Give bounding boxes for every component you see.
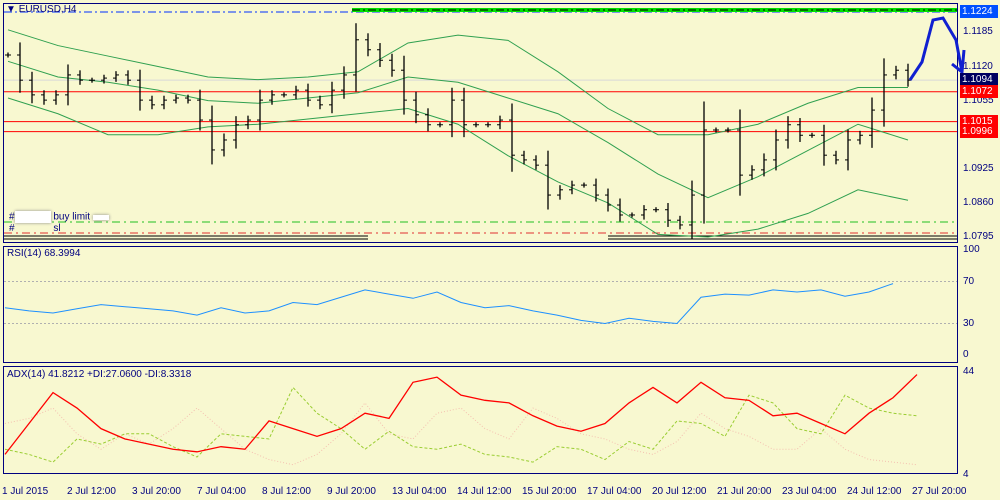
time-label: 14 Jul 12:00 [457, 486, 512, 497]
redacted-ticket [14, 211, 51, 223]
price-tick: 1.0860 [963, 196, 994, 208]
rsi-tick: 70 [963, 275, 975, 287]
time-label: 23 Jul 04:00 [782, 486, 837, 497]
adx-tick: 4 [963, 469, 969, 480]
price-tick: 1.1120 [963, 60, 993, 72]
time-label: 13 Jul 04:00 [392, 486, 447, 497]
time-label: 2 Jul 12:00 [67, 486, 116, 497]
bollinger-mid [7, 60, 909, 199]
price-tag: 1.0996 [960, 124, 998, 138]
price-tick: 1.1185 [963, 26, 993, 38]
time-label: 3 Jul 20:00 [132, 486, 181, 497]
chart-canvas[interactable] [0, 0, 1000, 500]
time-label: 8 Jul 12:00 [262, 486, 311, 497]
sl-text: sl [53, 223, 61, 234]
drawn-forecast-curve [908, 16, 964, 81]
rsi-line [4, 283, 894, 325]
adx-line [4, 374, 918, 455]
time-label: 21 Jul 20:00 [717, 486, 772, 497]
adx-tick: 44 [963, 366, 975, 377]
rsi-tick: 0 [963, 349, 969, 360]
dropdown-arrow-icon[interactable]: ▼ [6, 4, 16, 15]
time-label: 1 Jul 2015 [2, 486, 49, 497]
price-tag: 1.1224 [960, 5, 998, 18]
time-label: 7 Jul 04:00 [197, 486, 246, 497]
time-label: 9 Jul 20:00 [327, 486, 376, 497]
adx-label: ADX(14) 41.8212 +DI:27.0600 -DI:8.3318 [7, 369, 192, 380]
buy-limit-text: buy limit [53, 211, 91, 223]
rsi-tick: 30 [963, 317, 975, 329]
buy-limit-label: # buy limit [9, 211, 109, 223]
time-label: 17 Jul 04:00 [587, 486, 642, 497]
time-label: 24 Jul 12:00 [847, 486, 902, 497]
price-tick: 1.0925 [963, 162, 994, 174]
plus-di-line [4, 386, 918, 463]
rsi-label: RSI(14) 68.3994 [7, 248, 81, 259]
redacted-price [92, 214, 109, 220]
symbol-text: EURUSD,H4 [18, 4, 77, 15]
symbol-label[interactable]: ▼ EURUSD,H4 [6, 4, 76, 15]
time-label: 20 Jul 12:00 [652, 486, 707, 497]
price-tick: 1.0795 [963, 231, 994, 242]
time-label: 27 Jul 20:00 [912, 486, 967, 497]
rsi-tick: 100 [963, 244, 980, 255]
order-hash: # [9, 223, 15, 234]
time-label: 15 Jul 20:00 [522, 486, 577, 497]
sl-label: # sl [9, 223, 61, 234]
bollinger-lower [7, 97, 909, 238]
price-tag: 1.1072 [960, 84, 998, 98]
